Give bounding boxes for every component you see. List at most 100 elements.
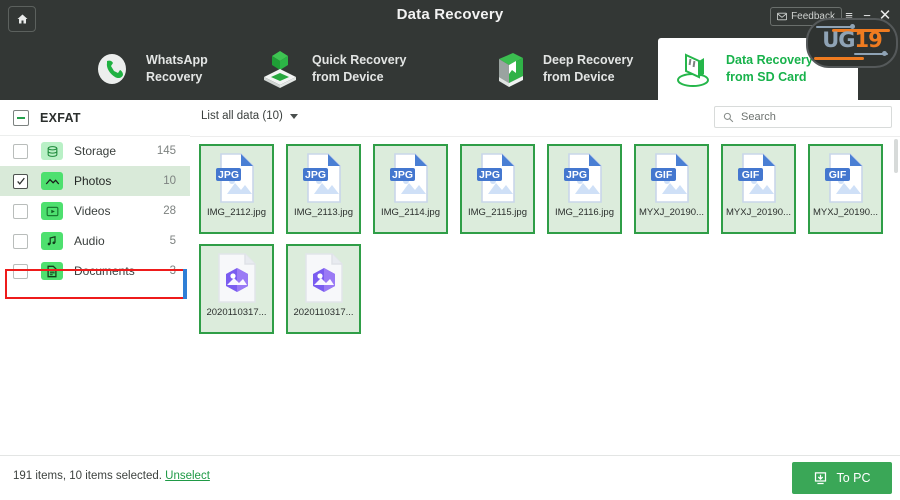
checkbox-videos[interactable]: [13, 203, 28, 219]
file-name: MYXJ_20190...: [639, 207, 704, 218]
file-card[interactable]: 2020110317...: [286, 244, 361, 334]
search-input[interactable]: Search: [714, 106, 892, 128]
file-name: IMG_2114.jpg: [381, 207, 440, 218]
sidebar-item-count: 10: [163, 175, 176, 187]
file-card[interactable]: JPG IMG_2113.jpg: [286, 144, 361, 234]
file-card[interactable]: GIF MYXJ_20190...: [634, 144, 709, 234]
watermark-text: UG19: [814, 28, 890, 52]
tab-line2: from Device: [543, 70, 615, 84]
sidebar-item-audio[interactable]: Audio 5: [0, 226, 190, 256]
search-icon: [723, 112, 734, 122]
minus-square-icon[interactable]: [13, 109, 29, 126]
sidebar-item-label: Storage: [74, 144, 117, 158]
main-nav-tabs: WhatsApp Recovery Quick Recovery from De…: [0, 38, 900, 100]
svg-text:JPG: JPG: [565, 169, 586, 181]
watermark-logo: UG19: [806, 18, 898, 68]
content-toolbar: List all data (10) Search: [190, 100, 900, 137]
tab-whatsapp-recovery[interactable]: WhatsApp Recovery: [92, 38, 208, 100]
image-file-thumbnail-icon: [302, 252, 346, 304]
tab-line2: from Device: [312, 70, 384, 84]
tab-quick-recovery-from-device[interactable]: Quick Recovery from Device: [258, 38, 407, 100]
sidebar-item-documents[interactable]: Documents 3: [0, 256, 190, 286]
unselect-link[interactable]: Unselect: [165, 470, 210, 482]
image-file-thumbnail-icon: [215, 252, 259, 304]
photos-highlight-edge: [183, 269, 187, 299]
tab-line1: Data Recovery: [726, 53, 813, 68]
jpg-file-icon: JPG: [563, 152, 607, 204]
sidebar-item-photos[interactable]: Photos 10: [0, 166, 190, 196]
content-panel: List all data (10) Search JPG IMG_2112.jp…: [190, 100, 900, 455]
file-card[interactable]: JPG IMG_2114.jpg: [373, 144, 448, 234]
jpg-file-icon: JPG: [215, 152, 259, 204]
to-pc-label: To PC: [836, 471, 871, 485]
title-bar: Data Recovery Feedback ≡ − ✕ WhatsApp Re…: [0, 0, 900, 100]
svg-text:GIF: GIF: [828, 169, 846, 181]
search-placeholder: Search: [741, 111, 776, 123]
app-window: Data Recovery Feedback ≡ − ✕ WhatsApp Re…: [0, 0, 900, 500]
checkbox-audio[interactable]: [13, 233, 28, 249]
sidebar-item-label: Photos: [74, 174, 112, 188]
sidebar-header[interactable]: EXFAT: [0, 100, 190, 136]
tab-line1: Deep Recovery: [543, 53, 634, 68]
chevron-down-icon: [289, 113, 298, 119]
file-name: MYXJ_20190...: [813, 207, 878, 218]
to-pc-button[interactable]: To PC: [792, 462, 892, 494]
svg-text:JPG: JPG: [478, 169, 499, 181]
file-card[interactable]: GIF MYXJ_20190...: [808, 144, 883, 234]
photo-icon: [41, 172, 63, 190]
gif-file-icon: GIF: [737, 152, 781, 204]
check-icon: [16, 177, 25, 185]
sidebar-item-label: Audio: [74, 234, 105, 248]
gif-file-icon: GIF: [650, 152, 694, 204]
file-name: IMG_2112.jpg: [207, 207, 266, 218]
sidebar-item-label: Documents: [74, 264, 135, 278]
list-all-data-label: List all data (10): [201, 110, 283, 122]
sidebar-item-count: 28: [163, 205, 176, 217]
tab-deep-recovery-from-device[interactable]: Deep Recovery from Device: [489, 38, 633, 100]
file-card[interactable]: JPG IMG_2115.jpg: [460, 144, 535, 234]
main-body: EXFAT Storage 145 Photos 10 Videos 28 Au…: [0, 100, 900, 455]
tab-label: Quick Recovery from Device: [312, 52, 407, 86]
sidebar-item-count: 5: [169, 235, 176, 247]
tab-line2: from SD Card: [726, 70, 807, 84]
tab-label: Deep Recovery from Device: [543, 52, 633, 86]
whatsapp-phone-icon: [92, 47, 136, 91]
file-name: IMG_2116.jpg: [555, 207, 614, 218]
sidebar-item-videos[interactable]: Videos 28: [0, 196, 190, 226]
checkbox-photos[interactable]: [13, 173, 28, 189]
sidebar-item-storage[interactable]: Storage 145: [0, 136, 190, 166]
video-icon: [41, 202, 63, 220]
gif-file-icon: GIF: [824, 152, 868, 204]
checkbox-documents[interactable]: [13, 263, 28, 279]
tab-label: Data Recovery from SD Card: [726, 52, 813, 86]
device-cube-icon: [258, 47, 302, 91]
file-card[interactable]: GIF MYXJ_20190...: [721, 144, 796, 234]
svg-text:GIF: GIF: [741, 169, 759, 181]
sd-card-icon: [672, 47, 716, 91]
file-card[interactable]: 2020110317...: [199, 244, 274, 334]
footer-bar: 191 items, 10 items selected. Unselect T…: [0, 455, 900, 500]
svg-text:JPG: JPG: [391, 169, 412, 181]
tab-label: WhatsApp Recovery: [146, 52, 208, 86]
status-text: 191 items, 10 items selected.: [13, 470, 162, 482]
tab-line1: Quick Recovery: [312, 53, 407, 68]
sidebar: EXFAT Storage 145 Photos 10 Videos 28 Au…: [0, 100, 191, 455]
deep-scan-box-icon: [489, 47, 533, 91]
checkbox-storage[interactable]: [13, 143, 28, 159]
tab-line2: Recovery: [146, 70, 203, 84]
sidebar-item-label: Videos: [74, 204, 111, 218]
tab-line1: WhatsApp: [146, 53, 208, 68]
svg-text:JPG: JPG: [304, 169, 325, 181]
jpg-file-icon: JPG: [302, 152, 346, 204]
watermark-right: 19: [854, 28, 883, 52]
watermark-left: UG: [822, 28, 855, 52]
svg-text:GIF: GIF: [654, 169, 672, 181]
grid-scrollbar[interactable]: [894, 139, 898, 173]
file-name: IMG_2113.jpg: [294, 207, 353, 218]
list-all-data-dropdown[interactable]: List all data (10): [201, 110, 298, 122]
sidebar-item-count: 145: [156, 145, 176, 157]
file-card[interactable]: JPG IMG_2116.jpg: [547, 144, 622, 234]
file-card[interactable]: JPG IMG_2112.jpg: [199, 144, 274, 234]
file-name: IMG_2115.jpg: [468, 207, 527, 218]
sidebar-header-label: EXFAT: [40, 110, 81, 125]
